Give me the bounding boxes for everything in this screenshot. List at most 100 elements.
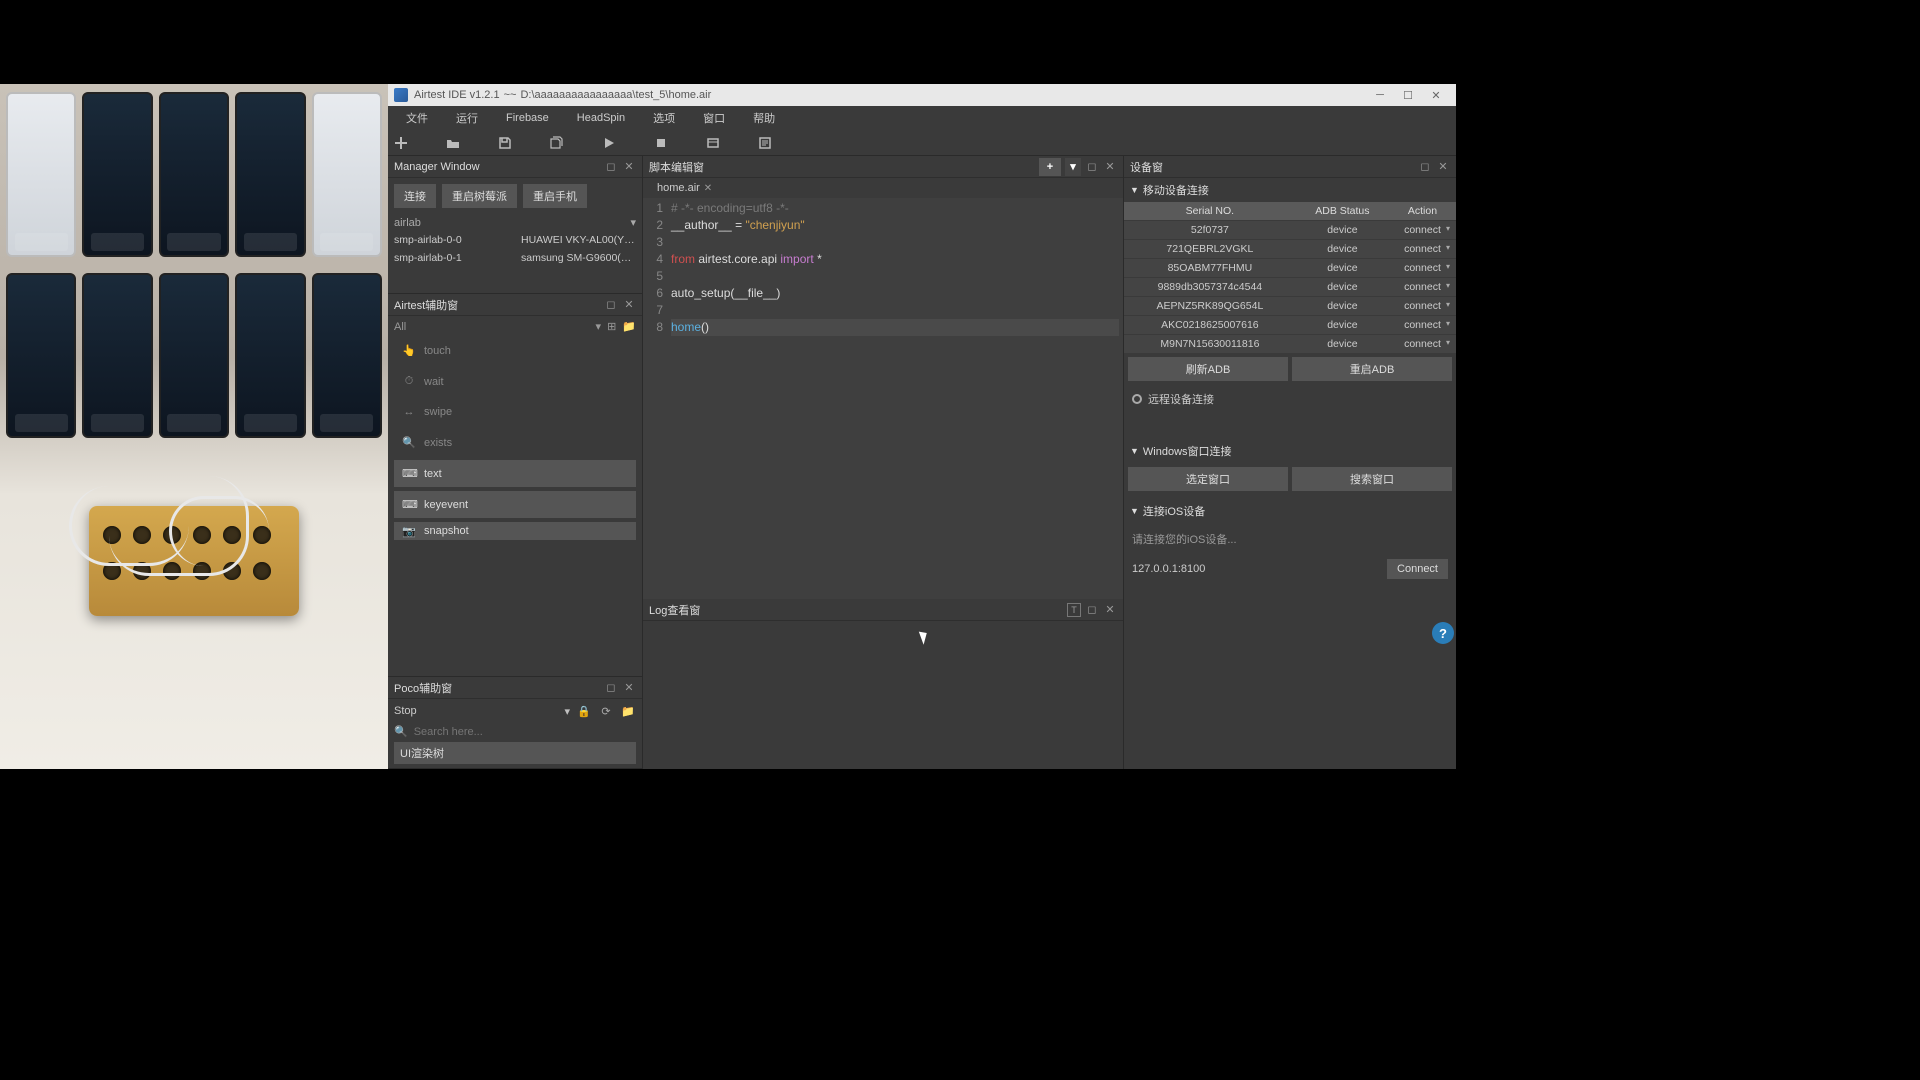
action-snapshot[interactable]: 📷snapshot <box>394 522 636 540</box>
menu-run[interactable]: 运行 <box>442 107 492 129</box>
lock-icon[interactable]: 🔒 <box>576 703 592 719</box>
filter-dropdown[interactable]: All <box>394 321 590 333</box>
list-item[interactable]: HUAWEI VKY-AL00(Y2J7N <box>515 231 642 249</box>
save-icon[interactable] <box>498 136 512 150</box>
airlab-dropdown[interactable]: airlab <box>394 217 630 229</box>
cell-action[interactable]: connect <box>1389 240 1456 259</box>
rpi-list[interactable]: smp-airlab-0-0 smp-airlab-0-1 <box>388 231 515 279</box>
run-icon[interactable] <box>602 136 616 150</box>
menu-file[interactable]: 文件 <box>392 107 442 129</box>
close-icon[interactable]: ✕ <box>1103 603 1117 617</box>
cell-action[interactable]: connect <box>1389 278 1456 297</box>
add-dropdown[interactable]: ▾ <box>1065 158 1081 176</box>
close-icon[interactable]: ✕ <box>622 681 636 695</box>
th-action[interactable]: Action <box>1389 202 1456 221</box>
ios-ip-field[interactable]: 127.0.0.1:8100 <box>1132 563 1387 575</box>
windows-section-header[interactable]: ▼Windows窗口连接 <box>1124 439 1456 463</box>
menu-help[interactable]: 帮助 <box>739 107 789 129</box>
detach-icon[interactable]: ◻ <box>1418 160 1432 174</box>
code-editor[interactable]: 12345678 # -*- encoding=utf8 -*- __autho… <box>643 198 1123 599</box>
poco-search-input[interactable] <box>414 726 636 738</box>
detach-icon[interactable]: ◻ <box>604 681 618 695</box>
action-wait[interactable]: ⏱wait <box>394 368 636 395</box>
stop-icon[interactable] <box>654 136 668 150</box>
new-icon[interactable] <box>394 136 408 150</box>
table-row[interactable]: 721QEBRL2VGKLdeviceconnect <box>1124 240 1456 259</box>
detach-icon[interactable]: ◻ <box>604 160 618 174</box>
chevron-down-icon[interactable]: ▾ <box>630 216 636 229</box>
chevron-down-icon[interactable]: ▾ <box>596 320 602 333</box>
cell-action[interactable]: connect <box>1389 316 1456 335</box>
ui-tree-label[interactable]: UI渲染树 <box>394 742 636 764</box>
open-icon[interactable] <box>446 136 460 150</box>
titlebar[interactable]: Airtest IDE v1.2.1 ~~ D:\aaaaaaaaaaaaaaa… <box>388 84 1456 106</box>
toolbar <box>388 130 1456 156</box>
chevron-down-icon[interactable]: ▾ <box>564 705 570 718</box>
table-row[interactable]: 52f0737deviceconnect <box>1124 221 1456 240</box>
action-keyevent[interactable]: ⌨keyevent <box>394 491 636 518</box>
menu-firebase[interactable]: Firebase <box>492 109 563 127</box>
add-button[interactable]: + <box>1039 158 1061 176</box>
connect-button[interactable]: 连接 <box>394 184 436 208</box>
close-tab-icon[interactable]: ✕ <box>704 183 712 194</box>
restart-phone-button[interactable]: 重启手机 <box>523 184 587 208</box>
table-row[interactable]: 85OABM77FHMUdeviceconnect <box>1124 259 1456 278</box>
action-swipe[interactable]: ↔swipe <box>394 399 636 425</box>
table-row[interactable]: AKC0218625007616deviceconnect <box>1124 316 1456 335</box>
restart-rpi-button[interactable]: 重启树莓派 <box>442 184 517 208</box>
menu-headspin[interactable]: HeadSpin <box>563 109 639 127</box>
action-text[interactable]: ⌨text <box>394 460 636 487</box>
table-row[interactable]: AEPNZ5RK89QG654Ldeviceconnect <box>1124 297 1456 316</box>
minimize-button[interactable]: ─ <box>1366 86 1394 104</box>
th-serial[interactable]: Serial NO. <box>1124 202 1296 221</box>
cell-action[interactable]: connect <box>1389 259 1456 278</box>
list-item[interactable]: smp-airlab-0-1 <box>388 249 515 267</box>
menu-options[interactable]: 选项 <box>639 107 689 129</box>
refresh-adb-button[interactable]: 刷新ADB <box>1128 357 1288 381</box>
list-item[interactable]: samsung SM-G9600(4e4a <box>515 249 642 267</box>
save-all-icon[interactable] <box>550 136 564 150</box>
search-window-button[interactable]: 搜索窗口 <box>1292 467 1452 491</box>
th-status[interactable]: ADB Status <box>1296 202 1389 221</box>
select-window-button[interactable]: 选定窗口 <box>1128 467 1288 491</box>
cell-action[interactable]: connect <box>1389 335 1456 354</box>
mobile-section-header[interactable]: ▼移动设备连接 <box>1124 178 1456 202</box>
detach-icon[interactable]: ◻ <box>1085 160 1099 174</box>
device-list[interactable]: HUAWEI VKY-AL00(Y2J7N samsung SM-G9600(4… <box>515 231 642 279</box>
close-button[interactable]: ✕ <box>1422 86 1450 104</box>
action-touch[interactable]: 👆touch <box>394 337 636 364</box>
cell-serial: AKC0218625007616 <box>1124 316 1296 335</box>
cell-serial: AEPNZ5RK89QG654L <box>1124 297 1296 316</box>
line-gutter: 12345678 <box>643 198 667 599</box>
close-icon[interactable]: ✕ <box>1103 160 1117 174</box>
close-icon[interactable]: ✕ <box>622 160 636 174</box>
filter-icon[interactable]: T <box>1067 603 1081 617</box>
cell-action[interactable]: connect <box>1389 221 1456 240</box>
table-row[interactable]: M9N7N15630011816deviceconnect <box>1124 335 1456 354</box>
remote-section-header[interactable]: 远程设备连接 <box>1124 389 1456 409</box>
file-tab[interactable]: home.air ✕ <box>651 180 718 196</box>
log-icon[interactable] <box>758 136 772 150</box>
help-icon[interactable]: ? <box>1432 622 1454 644</box>
close-icon[interactable]: ✕ <box>1436 160 1450 174</box>
detach-icon[interactable]: ◻ <box>1085 603 1099 617</box>
menu-window[interactable]: 窗口 <box>689 107 739 129</box>
ios-connect-button[interactable]: Connect <box>1387 559 1448 579</box>
folder-icon[interactable]: 📁 <box>622 320 636 333</box>
log-content[interactable] <box>643 621 1123 769</box>
list-item[interactable]: smp-airlab-0-0 <box>388 231 515 249</box>
poco-mode-dropdown[interactable]: Stop <box>394 705 558 717</box>
refresh-icon[interactable]: ⟳ <box>598 703 614 719</box>
table-row[interactable]: 9889db3057374c4544deviceconnect <box>1124 278 1456 297</box>
close-icon[interactable]: ✕ <box>622 298 636 312</box>
maximize-button[interactable]: ☐ <box>1394 86 1422 104</box>
detach-icon[interactable]: ◻ <box>604 298 618 312</box>
action-exists[interactable]: 🔍exists <box>394 429 636 456</box>
restart-adb-button[interactable]: 重启ADB <box>1292 357 1452 381</box>
ios-section-header[interactable]: ▼连接iOS设备 <box>1124 499 1456 523</box>
grid-icon[interactable]: ⊞ <box>607 320 616 333</box>
folder-icon[interactable]: 📁 <box>620 703 636 719</box>
code-content[interactable]: # -*- encoding=utf8 -*- __author__ = "ch… <box>667 198 1123 599</box>
cell-action[interactable]: connect <box>1389 297 1456 316</box>
report-icon[interactable] <box>706 136 720 150</box>
